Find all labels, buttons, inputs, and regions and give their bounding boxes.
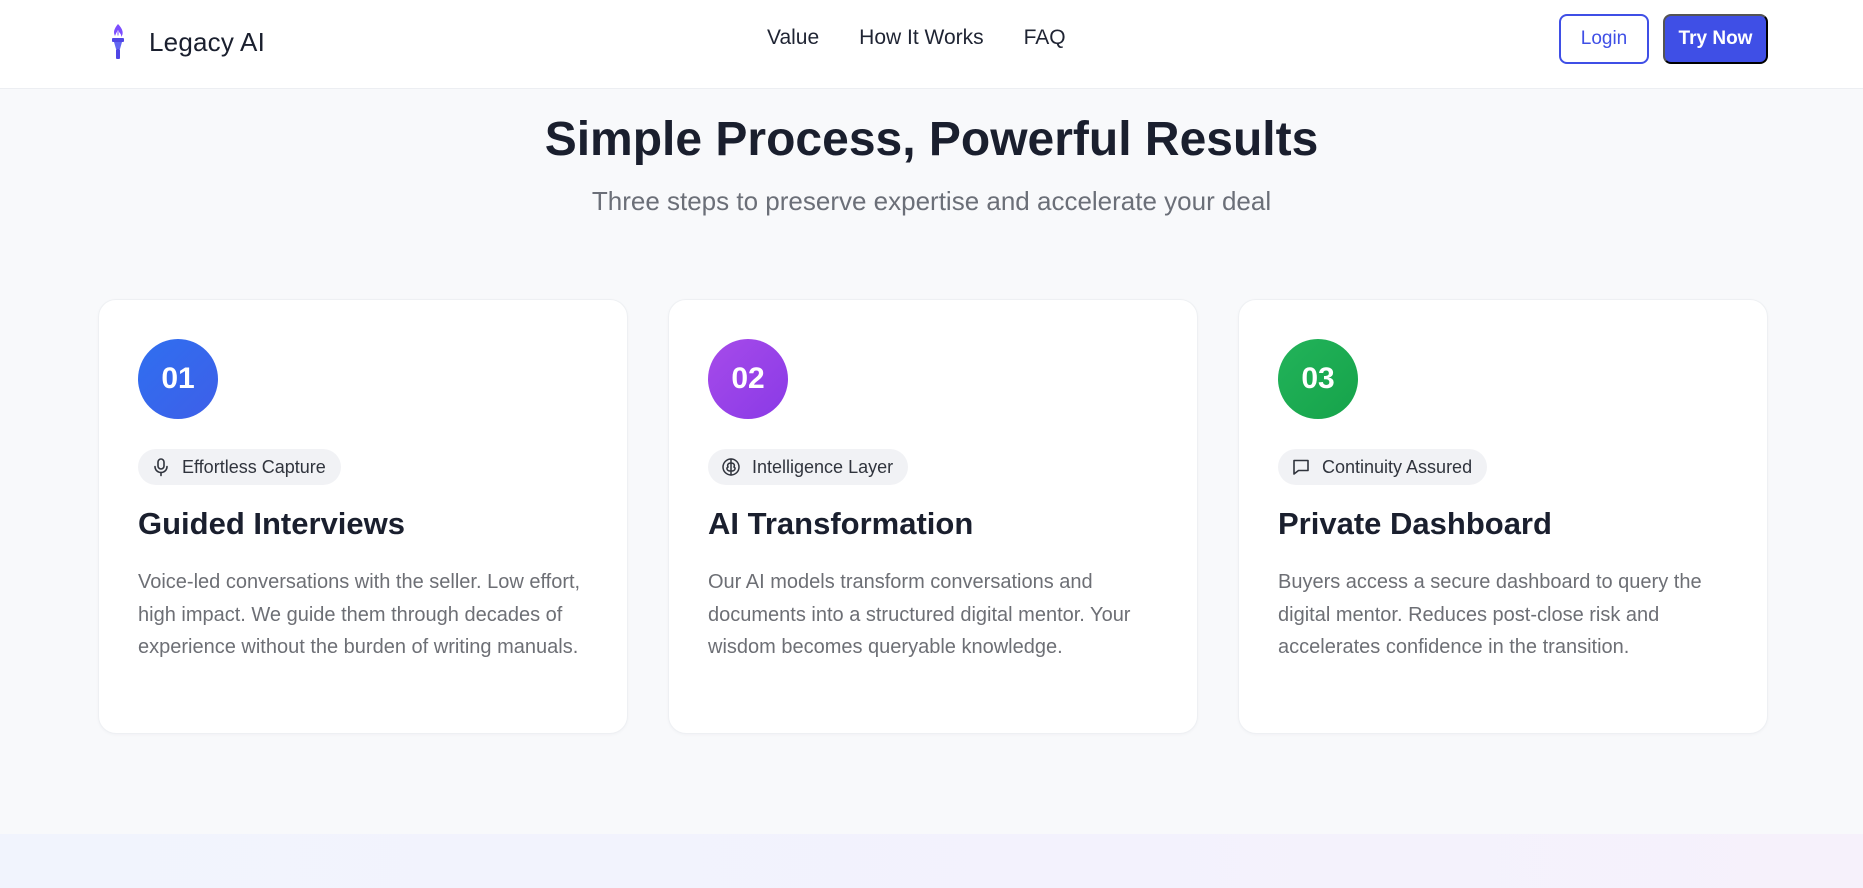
brain-icon xyxy=(721,457,741,477)
step-number-badge: 03 xyxy=(1278,339,1358,419)
step-description: Our AI models transform conversations an… xyxy=(708,571,1131,658)
step-tag-label: Effortless Capture xyxy=(182,456,326,477)
torch-icon xyxy=(112,24,124,59)
step-title: AI Transformation xyxy=(708,506,974,541)
step-title: Guided Interviews xyxy=(138,506,406,541)
brand-logo-link[interactable]: Legacy AI xyxy=(105,22,265,62)
step-tag: Effortless Capture xyxy=(138,449,341,485)
step-number-badge: 02 xyxy=(708,339,788,419)
nav-link-how-it-works[interactable]: How It Works xyxy=(859,26,983,50)
step-description: Voice-led conversations with the seller.… xyxy=(138,571,581,658)
top-navbar: Legacy AI Value How It Works FAQ Login T… xyxy=(0,0,1863,89)
step-card-1: 01 Effortless Capture Guided Interviews … xyxy=(98,299,628,734)
step-tag: Intelligence Layer xyxy=(708,449,909,485)
step-tag-label: Intelligence Layer xyxy=(752,456,894,477)
microphone-icon xyxy=(151,457,171,477)
section-title: Simple Process, Powerful Results xyxy=(544,113,1319,166)
step-description: Buyers access a secure dashboard to quer… xyxy=(1278,571,1702,658)
step-number-badge: 01 xyxy=(138,339,218,419)
section-subtitle: Three steps to preserve expertise and ac… xyxy=(591,186,1272,216)
chat-bubble-icon xyxy=(1291,457,1311,477)
main-nav: Value How It Works FAQ xyxy=(767,26,1066,50)
step-card-2: 02 Intelligence Layer AI Transformation … xyxy=(668,299,1198,734)
nav-link-faq[interactable]: FAQ xyxy=(1024,26,1066,50)
next-section-band xyxy=(0,834,1863,888)
login-button[interactable]: Login xyxy=(1559,14,1649,64)
nav-link-value[interactable]: Value xyxy=(767,26,819,50)
step-tag-label: Continuity Assured xyxy=(1322,456,1473,477)
brand-name: Legacy AI xyxy=(149,26,265,57)
step-title: Private Dashboard xyxy=(1278,506,1552,541)
try-now-button[interactable]: Try Now xyxy=(1663,14,1768,64)
step-tag: Continuity Assured xyxy=(1278,449,1488,485)
step-card-3: 03 Continuity Assured Private Dashboard … xyxy=(1238,299,1768,734)
